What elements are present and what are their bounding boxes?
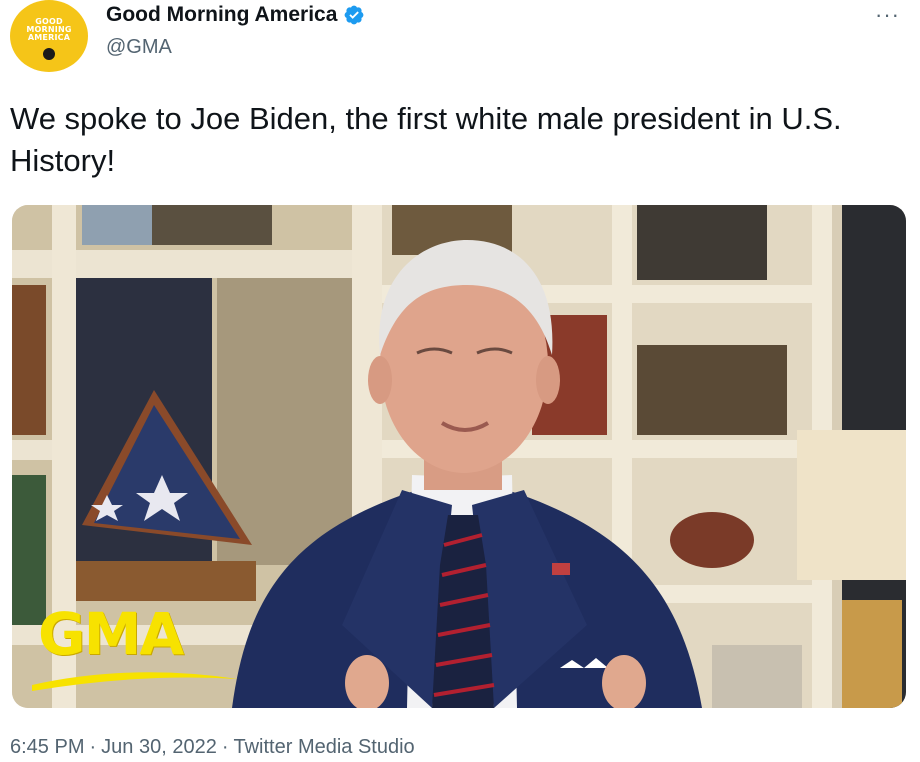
tweet-meta: 6:45 PM · Jun 30, 2022 · Twitter Media S…: [10, 736, 415, 759]
gma-watermark-logo: GMA: [38, 600, 184, 668]
meta-separator: ·: [221, 736, 229, 758]
meta-separator: ·: [89, 736, 97, 758]
gma-swoosh-icon: [32, 672, 238, 691]
display-name[interactable]: Good Morning America: [106, 3, 337, 27]
tweet-text: We spoke to Joe Biden, the first white m…: [10, 101, 842, 178]
user-handle[interactable]: @GMA: [106, 36, 172, 59]
avatar[interactable]: GOOD MORNING AMERICA: [10, 0, 88, 72]
tweet-time[interactable]: 6:45 PM: [10, 736, 84, 759]
verified-badge-icon: [345, 5, 364, 25]
avatar-logo-text: GOOD MORNING AMERICA: [26, 17, 72, 42]
abc-logo-icon: [43, 48, 55, 60]
author-name-row[interactable]: Good Morning America: [106, 3, 365, 27]
tweet-media-video[interactable]: GMA: [12, 205, 906, 708]
more-options-icon[interactable]: ···: [875, 2, 900, 28]
tweet-date[interactable]: Jun 30, 2022: [101, 736, 217, 759]
tweet-source[interactable]: Twitter Media Studio: [233, 736, 414, 759]
